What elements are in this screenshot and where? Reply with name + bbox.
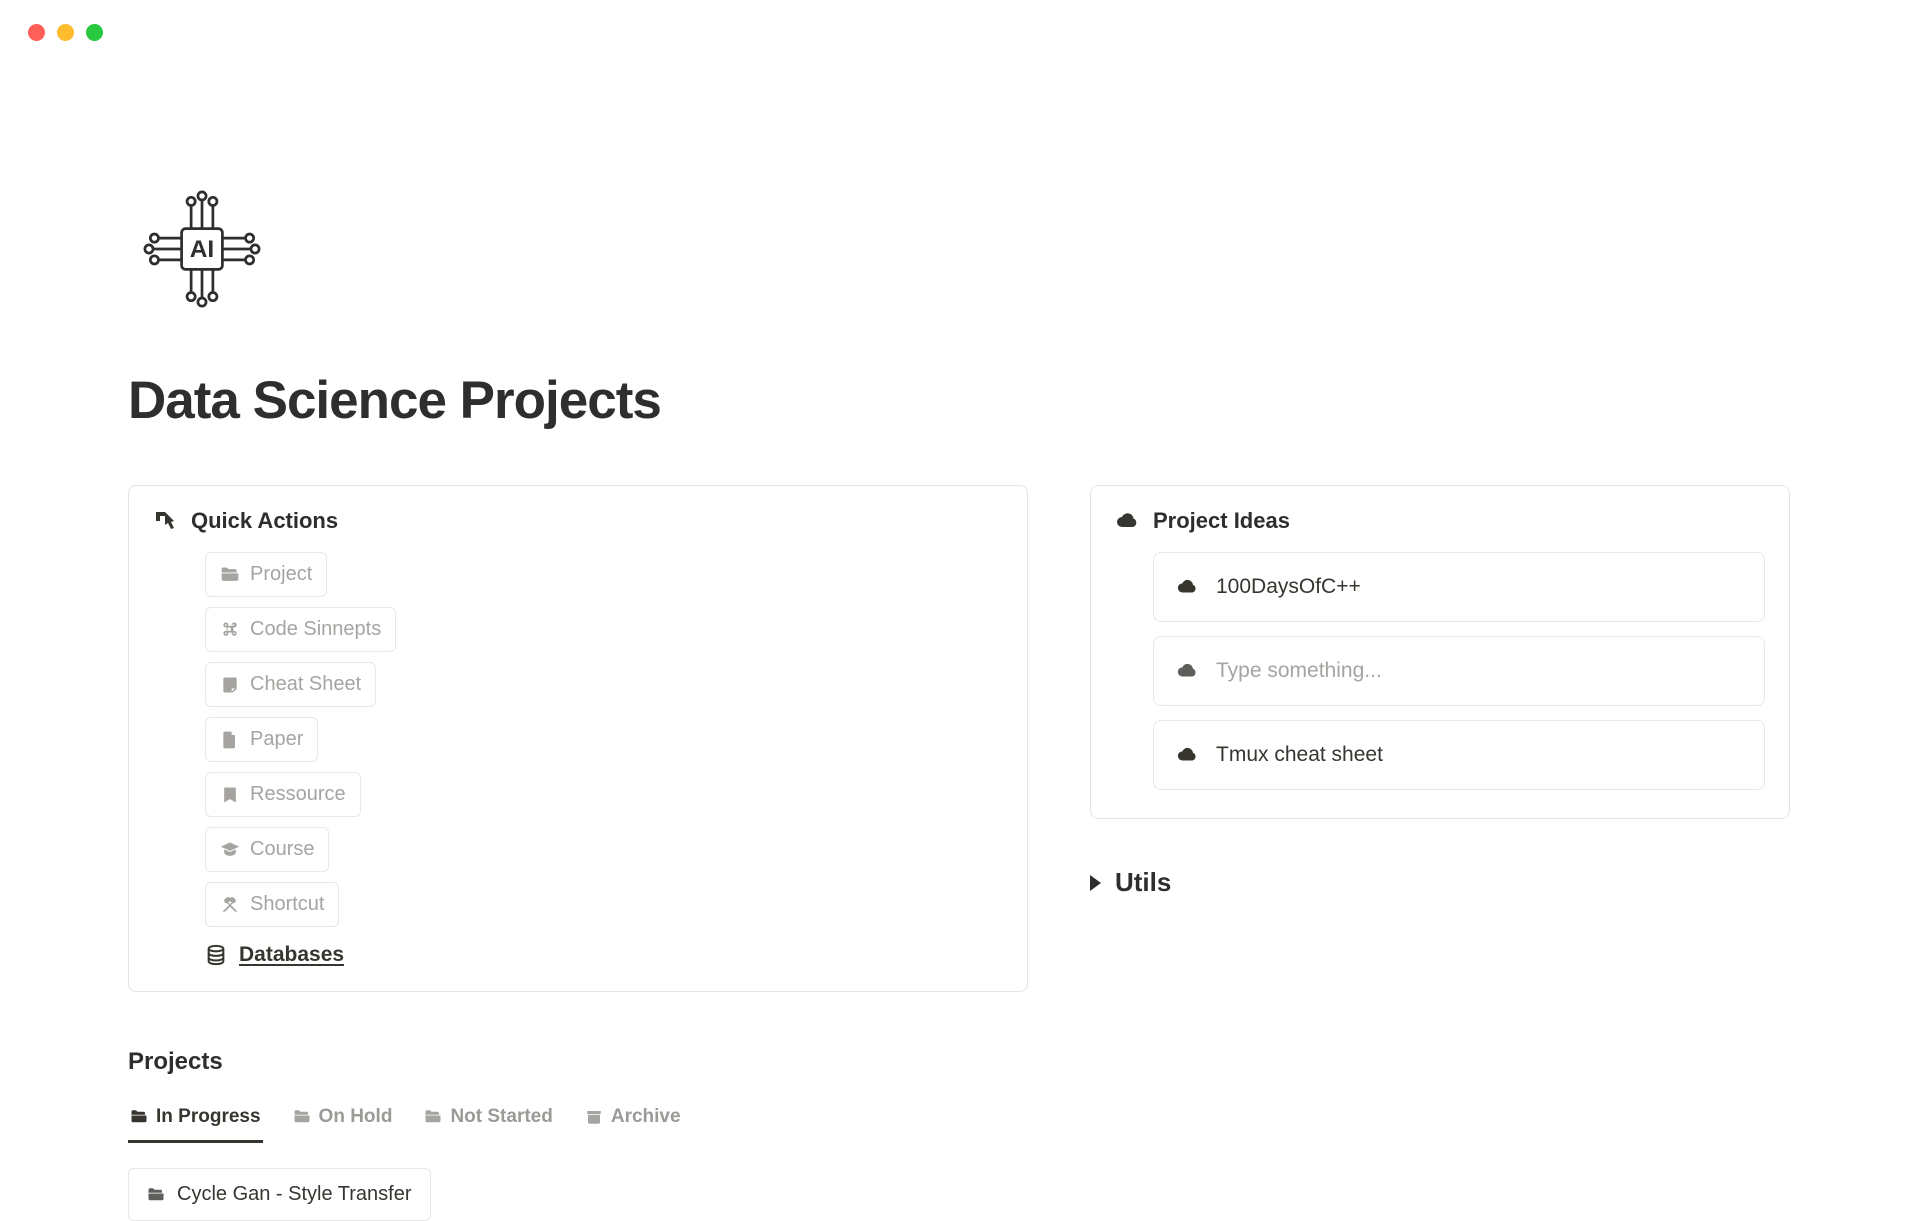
cloud-icon	[1176, 744, 1198, 766]
project-ideas-title: Project Ideas	[1153, 508, 1290, 534]
cloud-icon	[1176, 576, 1198, 598]
cloud-icon	[1115, 509, 1139, 533]
scissors-icon	[220, 895, 240, 915]
quick-action-label: Project	[250, 563, 312, 586]
window-controls	[0, 0, 1920, 41]
project-ideas-card: Project Ideas 100DaysOfC++ Type somethin…	[1090, 485, 1790, 819]
tab-on-hold[interactable]: On Hold	[291, 1100, 395, 1143]
pointer-icon	[153, 509, 177, 533]
svg-text:AI: AI	[190, 236, 214, 263]
project-idea-label: Tmux cheat sheet	[1216, 743, 1383, 767]
database-icon	[205, 944, 227, 966]
project-idea-label: 100DaysOfC++	[1216, 575, 1361, 599]
note-icon	[220, 675, 240, 695]
quick-action-label: Code Sinnepts	[250, 618, 381, 641]
projects-section-title: Projects	[128, 1048, 1028, 1076]
quick-action-course[interactable]: Course	[205, 827, 329, 872]
databases-link[interactable]: Databases	[239, 943, 344, 967]
quick-action-label: Course	[250, 838, 314, 861]
quick-action-code-snippets[interactable]: Code Sinnepts	[205, 607, 396, 652]
minimize-window-icon[interactable]	[57, 24, 74, 41]
quick-action-paper[interactable]: Paper	[205, 717, 318, 762]
tab-archive[interactable]: Archive	[583, 1100, 683, 1143]
close-window-icon[interactable]	[28, 24, 45, 41]
page-icon	[220, 730, 240, 750]
bookmark-icon	[220, 785, 240, 805]
tab-label: In Progress	[156, 1106, 261, 1128]
project-idea-item[interactable]: 100DaysOfC++	[1153, 552, 1765, 622]
tab-label: On Hold	[319, 1106, 393, 1128]
folder-icon	[293, 1108, 311, 1126]
cloud-icon	[1176, 660, 1198, 682]
utils-title: Utils	[1115, 867, 1171, 898]
project-row-label: Cycle Gan - Style Transfer	[177, 1183, 412, 1206]
archive-icon	[585, 1108, 603, 1126]
quick-action-shortcut[interactable]: Shortcut	[205, 882, 339, 927]
project-row[interactable]: Cycle Gan - Style Transfer	[128, 1168, 431, 1221]
projects-tabs: In Progress On Hold Not Started Archive	[128, 1100, 1028, 1144]
quick-action-ressource[interactable]: Ressource	[205, 772, 361, 817]
folder-icon	[424, 1108, 442, 1126]
maximize-window-icon[interactable]	[86, 24, 103, 41]
project-idea-placeholder: Type something...	[1216, 659, 1382, 683]
graduation-icon	[220, 840, 240, 860]
quick-action-label: Ressource	[250, 783, 346, 806]
folder-icon	[147, 1186, 165, 1204]
project-idea-new-input[interactable]: Type something...	[1153, 636, 1765, 706]
page-title: Data Science Projects	[128, 370, 1792, 431]
tab-in-progress[interactable]: In Progress	[128, 1100, 263, 1143]
utils-toggle[interactable]: Utils	[1090, 867, 1790, 898]
project-idea-item[interactable]: Tmux cheat sheet	[1153, 720, 1765, 790]
quick-action-label: Shortcut	[250, 893, 324, 916]
folder-icon	[130, 1108, 148, 1126]
quick-action-label: Paper	[250, 728, 303, 751]
folder-icon	[220, 565, 240, 585]
quick-actions-card: Quick Actions Project Code Sinnepts Chea…	[128, 485, 1028, 992]
page-icon-ai-chip: AI	[134, 181, 1792, 322]
quick-action-project[interactable]: Project	[205, 552, 327, 597]
quick-action-label: Cheat Sheet	[250, 673, 361, 696]
quick-action-cheat-sheet[interactable]: Cheat Sheet	[205, 662, 376, 707]
tab-label: Not Started	[450, 1106, 552, 1128]
tab-label: Archive	[611, 1106, 681, 1128]
tab-not-started[interactable]: Not Started	[422, 1100, 554, 1143]
quick-actions-title: Quick Actions	[191, 508, 338, 534]
command-icon	[220, 620, 240, 640]
triangle-right-icon	[1090, 875, 1101, 891]
